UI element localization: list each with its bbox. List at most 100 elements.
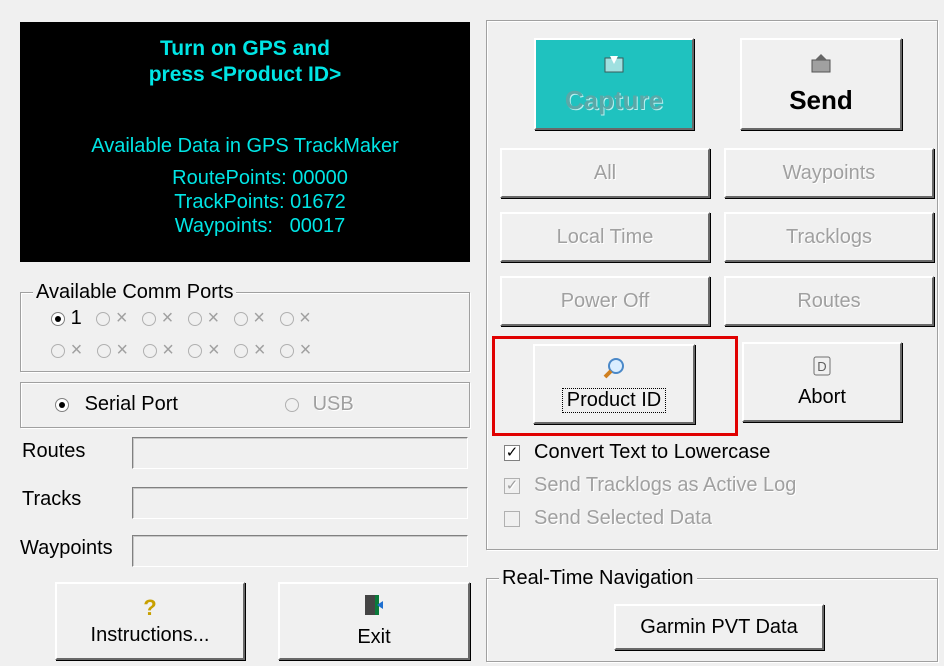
send-label: Send <box>789 85 853 115</box>
tracklogs-label: Tracklogs <box>786 225 872 248</box>
port-radio <box>142 343 157 358</box>
magnifier-svg <box>603 358 624 379</box>
convert-lowercase-label: Convert Text to Lowercase <box>534 441 771 463</box>
serial-port-radio[interactable] <box>55 397 69 412</box>
port-radio <box>142 311 157 326</box>
exit-door-icon <box>363 593 385 622</box>
tracks-label: Tracks <box>22 488 82 510</box>
port-label: × <box>299 307 311 329</box>
port-label: × <box>299 339 312 361</box>
capture-label: Capture <box>564 85 664 115</box>
port-3-option: × <box>142 307 173 329</box>
usb-radio <box>285 397 299 412</box>
port-1-option[interactable]: 1 <box>51 307 82 329</box>
serial-port-option[interactable]: Serial Port <box>55 393 178 416</box>
abort-icon: D <box>811 355 833 382</box>
port-radio <box>234 343 249 358</box>
routes-label: Routes <box>22 440 86 462</box>
product-id-button[interactable]: Product ID <box>533 344 695 424</box>
exit-button[interactable]: Exit <box>278 582 470 660</box>
tracklogs-button: Tracklogs <box>724 212 934 262</box>
all-button: All <box>500 148 710 198</box>
send-active-log-checkbox: ✓ <box>504 476 520 494</box>
serial-port-label: Serial Port <box>84 393 178 415</box>
all-label: All <box>593 161 617 184</box>
usb-label: USB <box>312 393 354 415</box>
convert-lowercase-checkbox[interactable]: ✓ <box>504 444 520 461</box>
capture-button[interactable]: Capture <box>534 38 694 130</box>
port-8-option: × <box>96 339 129 361</box>
comm-ports-group: Available Comm Ports 1 × × × × × × × × ×… <box>20 280 470 372</box>
port-label: × <box>253 307 265 329</box>
track-points-count: TrackPoints: 01672 <box>174 191 346 213</box>
comm-ports-row-1: 1 × × × × × <box>51 307 320 330</box>
route-points-count: RoutePoints: 00000 <box>172 167 348 189</box>
send-active-log-label: Send Tracklogs as Active Log <box>534 474 797 496</box>
waypoints-count: Waypoints: 00017 <box>174 215 346 237</box>
status-line-1: Turn on GPS and <box>160 37 330 60</box>
port-7-option: × <box>51 339 82 361</box>
power-off-button: Power Off <box>500 276 710 326</box>
capture-icon <box>602 52 626 81</box>
port-radio <box>279 311 294 326</box>
status-line-2: press <Product ID> <box>148 63 342 86</box>
magnifier-icon <box>602 356 626 385</box>
routes-field[interactable] <box>132 437 468 469</box>
status-instructions: Turn on GPS and press <Product ID> <box>20 36 470 88</box>
garmin-pvt-button[interactable]: Garmin PVT Data <box>614 604 824 650</box>
realtime-legend: Real-Time Navigation <box>499 566 697 590</box>
svg-text:D: D <box>817 359 826 374</box>
port-radio <box>96 343 111 358</box>
port-12-option: × <box>280 339 311 361</box>
status-panel: Turn on GPS and press <Product ID> Avail… <box>20 22 470 262</box>
abort-svg: D <box>813 356 831 376</box>
send-selected-label: Send Selected Data <box>534 507 712 529</box>
convert-lowercase-option[interactable]: ✓ Convert Text to Lowercase <box>504 441 770 464</box>
port-1-label: 1 <box>70 307 82 329</box>
routes-button: Routes <box>724 276 934 326</box>
capture-icon-svg <box>604 56 624 73</box>
connection-type-group: Serial Port USB <box>20 382 470 428</box>
port-radio <box>188 343 203 358</box>
port-label: × <box>115 307 128 329</box>
send-selected-checkbox <box>504 510 520 527</box>
abort-button[interactable]: D Abort <box>742 342 902 422</box>
tracks-field[interactable] <box>132 487 468 519</box>
exit-door-svg <box>365 595 383 615</box>
available-data-heading: Available Data in GPS TrackMaker <box>91 135 399 157</box>
product-id-label: Product ID <box>561 388 667 413</box>
port-10-option: × <box>188 339 220 361</box>
port-6-option: × <box>279 307 311 329</box>
power-off-label: Power Off <box>560 289 650 312</box>
port-5-option: × <box>233 307 265 329</box>
instructions-button[interactable]: ? Instructions... <box>55 582 245 660</box>
waypoints-button: Waypoints <box>724 148 934 198</box>
port-label: × <box>70 339 83 361</box>
port-2-option: × <box>96 307 128 329</box>
port-radio <box>233 311 248 326</box>
send-button[interactable]: Send <box>740 38 902 130</box>
port-4-option: × <box>187 307 220 329</box>
port-label: × <box>253 339 266 361</box>
routes-button-label: Routes <box>797 289 861 312</box>
port-label: × <box>116 339 129 361</box>
port-1-radio[interactable] <box>51 311 65 326</box>
abort-label: Abort <box>798 386 846 408</box>
waypoints-label: Waypoints <box>20 537 113 559</box>
port-label: × <box>207 307 220 329</box>
port-9-option: × <box>142 339 174 361</box>
port-radio <box>280 343 295 358</box>
port-radio <box>51 343 65 358</box>
port-radio <box>187 311 202 326</box>
port-label: × <box>208 339 220 361</box>
port-radio <box>96 311 111 326</box>
garmin-pvt-label: Garmin PVT Data <box>640 615 798 638</box>
instructions-label: Instructions... <box>90 623 210 646</box>
send-icon <box>809 52 833 81</box>
help-icon: ? <box>143 594 157 620</box>
port-label: × <box>162 339 174 361</box>
exit-label: Exit <box>357 626 391 648</box>
send-active-log-option: ✓ Send Tracklogs as Active Log <box>504 474 796 497</box>
waypoints-field[interactable] <box>132 535 468 567</box>
port-label: × <box>161 307 174 329</box>
